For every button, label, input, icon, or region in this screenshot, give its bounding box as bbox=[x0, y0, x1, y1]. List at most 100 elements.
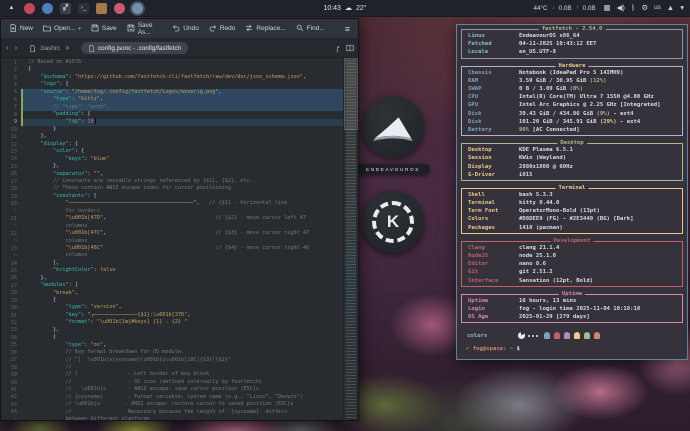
code-line[interactable]: ~ for borders bbox=[1, 208, 344, 215]
code-line[interactable]: 10 } bbox=[1, 126, 344, 133]
code-line[interactable]: 25 "brightColor": false bbox=[1, 267, 344, 274]
code-line[interactable]: 32 "format": "\u001b[1m{#keys} {1} - {2}… bbox=[1, 319, 344, 326]
code-line[interactable]: 26 }, bbox=[1, 275, 344, 282]
line-number: 4 bbox=[1, 82, 17, 88]
save-button[interactable]: Save bbox=[91, 24, 117, 34]
code-line[interactable]: 3 "$schema": "https://github.com/fastfet… bbox=[1, 74, 344, 81]
code-line[interactable]: 22 "\u001b[47C", // {$3} - move cursor r… bbox=[1, 230, 344, 237]
clock-widget[interactable]: 10:43 ☁ 22° bbox=[323, 4, 366, 12]
ghost-icon bbox=[574, 332, 580, 339]
code-line[interactable]: 4 "logo": { bbox=[1, 81, 344, 88]
code-text: }, bbox=[23, 133, 47, 140]
chat-app-icon[interactable] bbox=[132, 3, 143, 14]
code-line[interactable]: 20 "────────────────────────────────────… bbox=[1, 200, 344, 207]
code-line[interactable]: 43 // \u001b[u - ANSI escape: restore cu… bbox=[1, 401, 344, 408]
kitty-terminal-window[interactable]: fastfetch - 2.54.0LinuxEndeavourOS x86_6… bbox=[456, 24, 688, 360]
code-line[interactable]: ~ between different platforms bbox=[1, 416, 344, 420]
code-line[interactable]: 33 }, bbox=[1, 327, 344, 334]
code-text: "\u001b[47D", // {$2} - move cursor left… bbox=[23, 215, 306, 222]
panel-expand-caret-icon[interactable]: ▾ bbox=[680, 4, 684, 12]
code-line[interactable]: 35 "type": "os", bbox=[1, 342, 344, 349]
endeavouros-launcher-icon[interactable]: ▲ bbox=[6, 3, 17, 14]
code-line[interactable]: 15 }, bbox=[1, 163, 344, 170]
keyboard-layout-indicator[interactable]: us bbox=[654, 5, 661, 11]
app-icon-blue[interactable] bbox=[42, 3, 53, 14]
code-line[interactable]: 40 // - OS icon (defined internally by f… bbox=[1, 379, 344, 386]
find-button[interactable]: Find... bbox=[296, 24, 325, 34]
menu-hamburger-icon[interactable]: ≡ bbox=[345, 24, 350, 34]
tab-config-jsonc[interactable]: config.jsonc - .config/fastfetch bbox=[81, 42, 188, 54]
terminal-app-icon[interactable]: ›_ bbox=[78, 3, 89, 14]
file-manager-icon[interactable] bbox=[96, 3, 107, 14]
minimap-viewport-indicator[interactable] bbox=[344, 58, 358, 130]
app-icon-red[interactable] bbox=[24, 3, 35, 14]
code-line[interactable]: 29 { bbox=[1, 297, 344, 304]
tab-scroll-left-icon[interactable]: ‹ bbox=[5, 44, 10, 52]
code-line[interactable]: 37 // "│ \u001b[s{sysname}\u001b[u\u001b… bbox=[1, 357, 344, 364]
code-line[interactable]: ~ columns bbox=[1, 223, 344, 230]
code-line[interactable]: 39 // │ - Left border of key block bbox=[1, 371, 344, 378]
bluetooth-icon[interactable]: ᛒ bbox=[631, 4, 636, 12]
code-text: "type": "os", bbox=[23, 342, 106, 349]
code-line[interactable]: 18 // These contain ANSI escape codes fo… bbox=[1, 185, 344, 192]
code-line[interactable]: 6 "type": "kitty", bbox=[1, 96, 344, 103]
system-monitor-widget[interactable]: 44°C ↓ 0.0B ↑ 0.0B bbox=[534, 5, 596, 12]
settings-gear-icon[interactable]: ⚙ bbox=[641, 4, 648, 12]
code-line[interactable]: 14 "keys": "blue" bbox=[1, 156, 344, 163]
code-line[interactable]: 13 "color": { bbox=[1, 148, 344, 155]
save-as-button[interactable]: Save As... bbox=[127, 22, 163, 36]
code-line[interactable]: 21 "\u001b[47D", // {$2} - move cursor l… bbox=[1, 215, 344, 222]
code-line[interactable]: 30 "type": "version", bbox=[1, 304, 344, 311]
redo-button[interactable]: Redo bbox=[209, 24, 236, 34]
code-line[interactable]: 11 }, bbox=[1, 133, 344, 140]
screenshot-app-icon[interactable]: ▞ bbox=[60, 3, 71, 14]
network-icon[interactable]: ▲ bbox=[667, 4, 674, 12]
kde-desktop-icon[interactable]: K bbox=[362, 191, 424, 253]
split-view-icon[interactable] bbox=[346, 44, 354, 52]
tab-bashrc[interactable]: .bashrc ✕ bbox=[22, 42, 77, 54]
endeavouros-logo-icon bbox=[372, 111, 414, 143]
media-app-icon[interactable] bbox=[114, 3, 125, 14]
tab-close-icon[interactable]: ✕ bbox=[65, 45, 70, 52]
code-line[interactable]: ~ columns bbox=[1, 252, 344, 259]
code-line[interactable]: 17 // Constants are reusable strings ref… bbox=[1, 178, 344, 185]
code-line[interactable]: 41 // \u001b[s - ANSI escape: save curso… bbox=[1, 386, 344, 393]
code-text: // \u001b[s - ANSI escape: save cursor p… bbox=[23, 386, 259, 393]
endeavouros-desktop-icon[interactable] bbox=[362, 96, 424, 158]
code-line[interactable]: 23 "\u001b[46C" // {$4} - move cursor ri… bbox=[1, 245, 344, 252]
line-number: 37 bbox=[1, 357, 17, 363]
code-line[interactable]: 34 { bbox=[1, 334, 344, 341]
quick-open-icon[interactable]: ƒ bbox=[336, 44, 340, 53]
editor-content[interactable]: 1// Based on #15762{3 "$schema": "https:… bbox=[1, 58, 358, 420]
code-line[interactable]: 2{ bbox=[1, 66, 344, 73]
code-line[interactable]: 42 // {sysname} - Format variable: syste… bbox=[1, 394, 344, 401]
code-line[interactable]: ~ columns bbox=[1, 238, 344, 245]
undo-button[interactable]: Undo bbox=[172, 24, 199, 34]
code-line[interactable]: 36 // Key format breakdown for OS module… bbox=[1, 349, 344, 356]
code-line[interactable]: 27 "modules": [ bbox=[1, 282, 344, 289]
code-line[interactable]: 16 "separator": "", bbox=[1, 171, 344, 178]
pacman-dot bbox=[528, 335, 530, 337]
info-row: Localeen_US.UTF-8 bbox=[462, 48, 682, 56]
code-line[interactable]: 19 "constants": [ bbox=[1, 193, 344, 200]
minimap-scrollbar[interactable] bbox=[343, 58, 358, 420]
code-line[interactable]: 44 // Necessary because the length of `{… bbox=[1, 409, 344, 416]
code-line[interactable]: 1// Based on #1576 bbox=[1, 59, 344, 66]
code-line[interactable]: 24 ], bbox=[1, 260, 344, 267]
open-button[interactable]: Open...▾ bbox=[43, 24, 81, 34]
code-line[interactable]: 12 "display": { bbox=[1, 141, 344, 148]
code-line[interactable]: 7 // "type": "auto", bbox=[1, 104, 344, 111]
clipboard-icon[interactable]: ▦ bbox=[604, 4, 611, 12]
volume-icon[interactable]: ◀) bbox=[617, 4, 625, 12]
code-line[interactable]: 9 "top": 10 bbox=[1, 119, 344, 126]
find-icon bbox=[296, 24, 304, 34]
code-line[interactable]: 5 "source": "/home/fog/.config/fastfetch… bbox=[1, 89, 344, 96]
line-number: ~ bbox=[1, 238, 17, 244]
new-button[interactable]: New bbox=[9, 24, 33, 34]
code-line[interactable]: 31 "key": "┌──────────────{$1}:\u001b[37… bbox=[1, 312, 344, 319]
shell-prompt[interactable]: ✓ fog@space: ~ $ bbox=[466, 346, 520, 352]
code-line[interactable]: 28 "break", bbox=[1, 290, 344, 297]
pacman-icon bbox=[518, 332, 525, 339]
tab-scroll-right-icon[interactable]: › bbox=[14, 44, 19, 52]
replace-button[interactable]: Replace... bbox=[245, 24, 285, 34]
